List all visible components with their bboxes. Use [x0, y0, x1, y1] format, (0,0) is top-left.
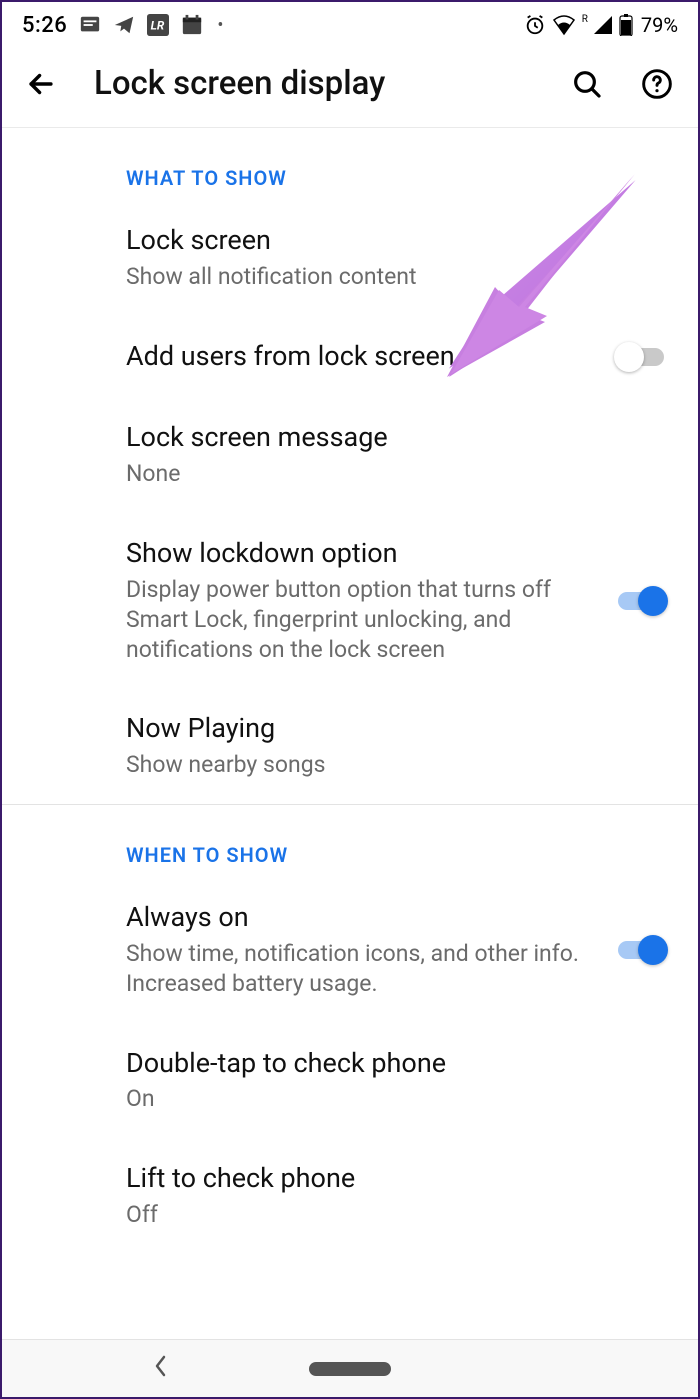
row-subtitle: Off — [126, 1200, 668, 1230]
app-bar: Lock screen display — [2, 44, 698, 128]
row-subtitle: None — [126, 459, 668, 489]
section-header: WHAT TO SHOW — [2, 128, 698, 200]
row-always-on[interactable]: Always on Show time, notification icons,… — [2, 877, 698, 1023]
calendar-icon — [181, 14, 203, 36]
system-nav-bar — [2, 1339, 698, 1397]
row-title: Now Playing — [126, 712, 668, 746]
row-title: Always on — [126, 901, 594, 935]
page-title: Lock screen display — [94, 64, 536, 103]
back-button[interactable] — [24, 65, 62, 103]
row-lock-screen[interactable]: Lock screen Show all notification conten… — [2, 200, 698, 316]
row-title: Show lockdown option — [126, 537, 594, 571]
status-bar: 5:26 LR • R — [2, 2, 698, 44]
toggle-lockdown[interactable] — [614, 586, 668, 616]
section-what-to-show: WHAT TO SHOW Lock screen Show all notifi… — [2, 128, 698, 804]
row-now-playing[interactable]: Now Playing Show nearby songs — [2, 688, 698, 804]
nav-home-pill[interactable] — [309, 1362, 391, 1376]
messages-icon — [79, 14, 101, 36]
row-title: Add users from lock screen — [126, 340, 594, 374]
row-add-users[interactable]: Add users from lock screen — [2, 316, 698, 398]
nav-back-button[interactable] — [152, 1353, 170, 1385]
svg-text:LR: LR — [151, 19, 165, 33]
row-subtitle: On — [126, 1084, 668, 1114]
row-subtitle: Show nearby songs — [126, 750, 668, 780]
row-title: Lock screen message — [126, 421, 668, 455]
toggle-always-on[interactable] — [614, 935, 668, 965]
roaming-indicator: R — [582, 14, 588, 25]
row-title: Double-tap to check phone — [126, 1047, 668, 1081]
battery-percent: 79% — [641, 13, 678, 37]
telegram-icon — [113, 14, 135, 36]
wifi-icon — [552, 14, 576, 36]
battery-icon — [619, 14, 633, 36]
row-title: Lock screen — [126, 224, 668, 258]
search-button[interactable] — [568, 65, 606, 103]
lr-app-icon: LR — [147, 14, 169, 36]
row-show-lockdown[interactable]: Show lockdown option Display power butto… — [2, 513, 698, 688]
status-time: 5:26 — [22, 13, 67, 38]
toggle-add-users[interactable] — [614, 342, 668, 372]
more-notifications-icon: • — [217, 15, 223, 36]
row-double-tap[interactable]: Double-tap to check phone On — [2, 1023, 698, 1139]
row-subtitle: Show all notification content — [126, 262, 668, 292]
row-subtitle: Display power button option that turns o… — [126, 575, 594, 665]
help-button[interactable] — [638, 65, 676, 103]
section-header: WHEN TO SHOW — [2, 805, 698, 877]
row-lift-to-check[interactable]: Lift to check phone Off — [2, 1138, 698, 1254]
section-when-to-show: WHEN TO SHOW Always on Show time, notifi… — [2, 804, 698, 1254]
alarm-icon — [524, 14, 546, 36]
row-subtitle: Show time, notification icons, and other… — [126, 939, 594, 999]
row-title: Lift to check phone — [126, 1162, 668, 1196]
signal-icon — [593, 15, 613, 35]
row-lock-screen-message[interactable]: Lock screen message None — [2, 397, 698, 513]
